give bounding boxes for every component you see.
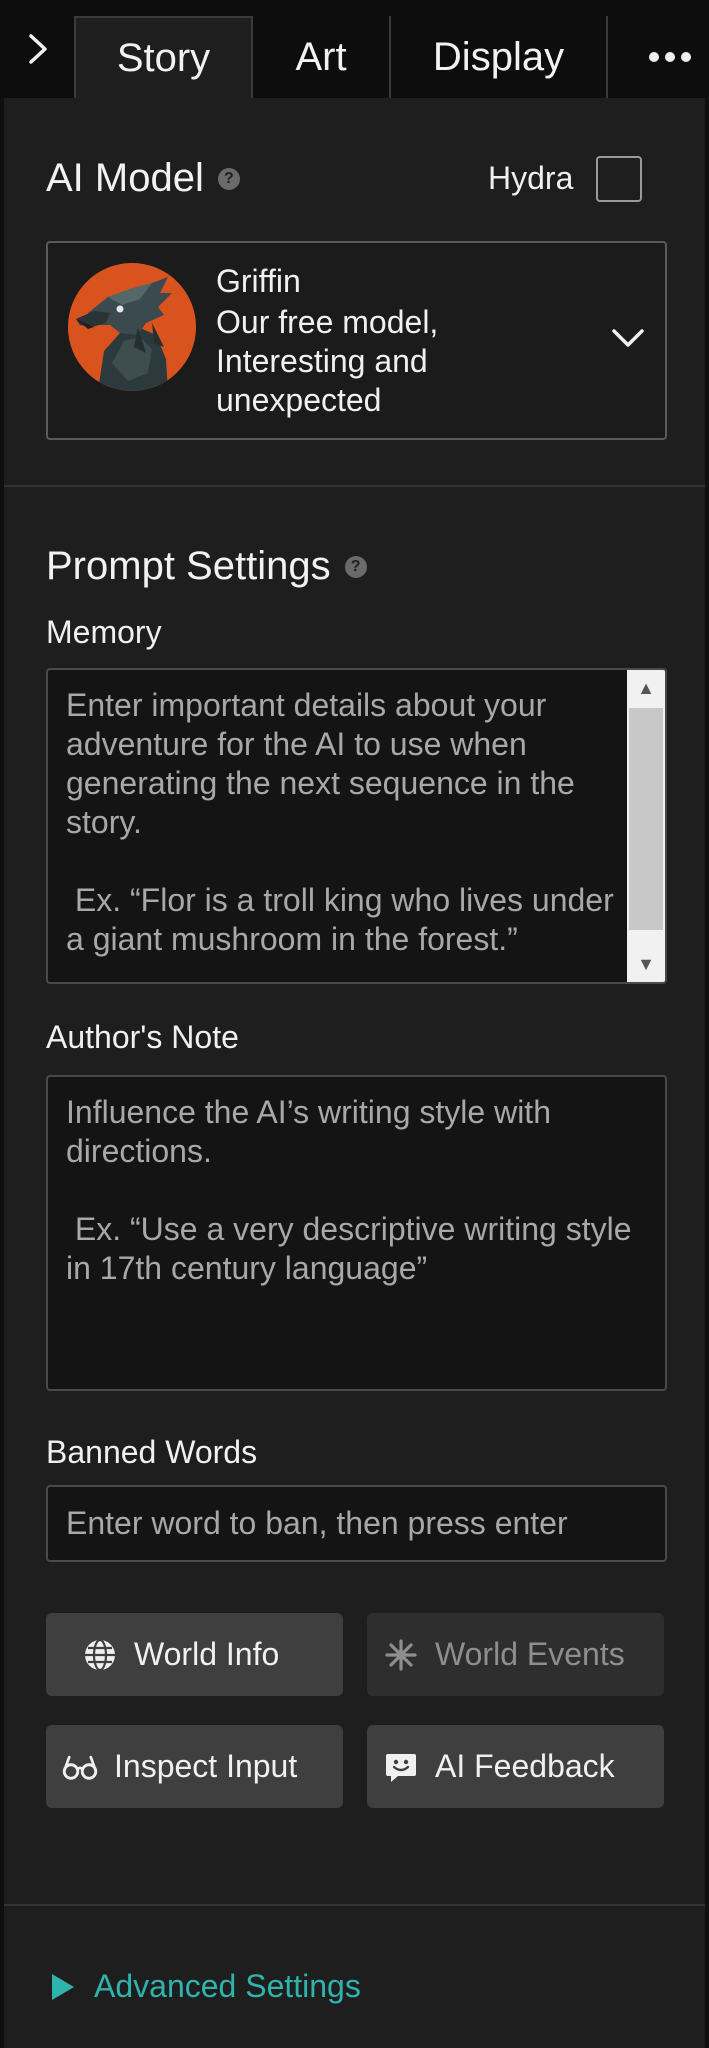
story-settings-panel: AI Model ? Hydra Griffin Our free model,…: [4, 98, 705, 2048]
memory-placeholder: Enter important details about your adven…: [66, 687, 614, 957]
model-description: Our free model, Interesting and unexpect…: [216, 304, 439, 418]
tab-art[interactable]: Art: [253, 16, 391, 98]
griffin-image: [68, 263, 196, 391]
banned-words-placeholder: Enter word to ban, then press enter: [66, 1505, 568, 1541]
section-divider: [4, 485, 705, 487]
world-events-button[interactable]: World Events: [367, 1613, 664, 1696]
tab-story[interactable]: Story: [74, 16, 253, 98]
more-icon: [646, 52, 694, 62]
model-selector[interactable]: Griffin Our free model, Interesting and …: [46, 241, 667, 440]
authors-note-placeholder: Influence the AI’s writing style with di…: [66, 1094, 632, 1286]
memory-scrollbar[interactable]: ▲ ▼: [627, 670, 665, 982]
inspect-input-label: Inspect Input: [114, 1748, 298, 1784]
model-name: Griffin: [216, 263, 301, 299]
tab-story-label: Story: [116, 35, 211, 80]
authors-note-label: Author's Note: [46, 1019, 239, 1055]
ai-model-heading: AI Model ?: [46, 156, 240, 201]
scroll-down-icon[interactable]: ▼: [627, 946, 665, 982]
help-icon[interactable]: ?: [344, 555, 367, 578]
world-info-button[interactable]: World Info: [46, 1613, 343, 1696]
banned-words-input[interactable]: Enter word to ban, then press enter: [46, 1485, 667, 1562]
feedback-icon: [383, 1749, 419, 1785]
tab-art-label: Art: [295, 34, 347, 79]
collapse-panel-button[interactable]: [0, 0, 75, 98]
memory-label: Memory: [46, 614, 162, 650]
ai-feedback-button[interactable]: AI Feedback: [367, 1725, 664, 1808]
tab-display-label: Display: [432, 34, 565, 79]
scroll-up-icon[interactable]: ▲: [627, 670, 665, 706]
world-info-label: World Info: [134, 1636, 280, 1672]
tab-display[interactable]: Display: [391, 16, 608, 98]
world-events-label: World Events: [435, 1636, 625, 1672]
authors-note-textarea[interactable]: Influence the AI’s writing style with di…: [46, 1075, 667, 1391]
help-icon[interactable]: ?: [217, 167, 240, 190]
ai-feedback-label: AI Feedback: [435, 1748, 615, 1784]
prompt-settings-title: Prompt Settings: [46, 544, 331, 588]
memory-textarea[interactable]: Enter important details about your adven…: [46, 668, 667, 984]
globe-icon: [82, 1637, 118, 1673]
inspect-input-button[interactable]: Inspect Input: [46, 1725, 343, 1808]
chevron-right-icon: [28, 34, 47, 64]
ai-model-title: AI Model: [46, 156, 204, 200]
triangle-right-icon: [52, 1973, 74, 2000]
chevron-down-icon: [612, 329, 644, 347]
section-divider: [4, 1904, 705, 1906]
more-options-button[interactable]: [630, 16, 709, 98]
hydra-label: Hydra: [488, 160, 574, 196]
advanced-settings-label: Advanced Settings: [94, 1968, 361, 2004]
hydra-checkbox[interactable]: [596, 156, 642, 202]
glasses-icon: [62, 1749, 98, 1785]
scroll-thumb[interactable]: [629, 708, 663, 930]
banned-words-label: Banned Words: [46, 1434, 258, 1470]
prompt-settings-heading: Prompt Settings ?: [46, 544, 367, 589]
sparkle-icon: [383, 1637, 419, 1673]
advanced-settings-toggle[interactable]: Advanced Settings: [52, 1968, 361, 2005]
tab-bar: Story Art Display: [0, 0, 709, 98]
griffin-avatar: [68, 263, 196, 391]
